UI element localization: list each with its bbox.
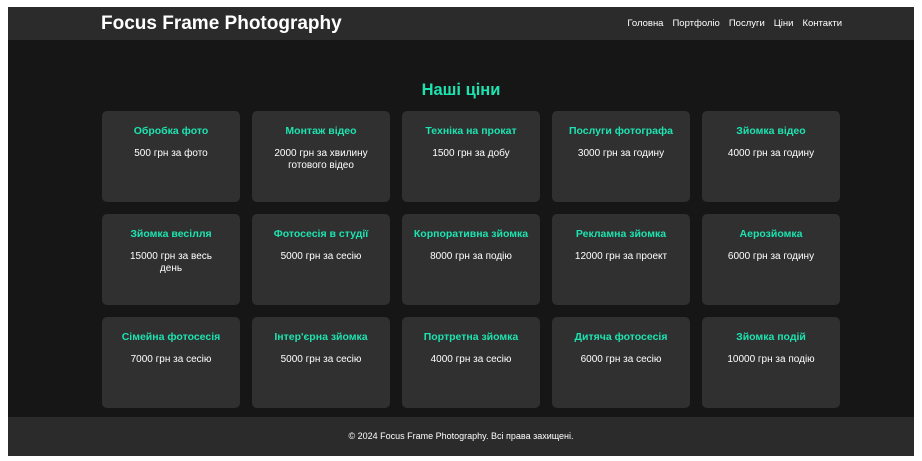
- main-nav: Головна Портфоліо Послуги Ціни Контакти: [627, 18, 842, 30]
- price-card-interior: Інтер'єрна зйомка 5000 грн за сесію: [252, 317, 390, 408]
- site-footer: © 2024 Focus Frame Photography. Всі прав…: [8, 417, 914, 456]
- price-card-price: 2000 грн за хвилину готового відео: [274, 148, 368, 171]
- price-card-price: 1500 грн за добу: [432, 148, 510, 159]
- page: Focus Frame Photography Головна Портфолі…: [8, 7, 914, 456]
- price-card-family-session: Сімейна фотосесія 7000 грн за сесію: [102, 317, 240, 408]
- price-card-aerial: Аерозйомка 6000 грн за годину: [702, 214, 840, 305]
- price-card-price: 4000 грн за годину: [727, 148, 815, 159]
- price-card-title: Послуги фотографа: [568, 125, 674, 137]
- pricing-title: Наші ціни: [421, 81, 501, 99]
- price-card-title: Інтер'єрна зйомка: [274, 331, 368, 343]
- price-card-title: Портретна зйомка: [423, 331, 519, 343]
- price-card-price: 8000 грн за подію: [430, 251, 512, 262]
- copyright-text: © 2024 Focus Frame Photography. Всі прав…: [348, 431, 574, 441]
- price-card-studio-session: Фотосесія в студії 5000 грн за сесію: [252, 214, 390, 305]
- price-card-advertising: Рекламна зйомка 12000 грн за проект: [552, 214, 690, 305]
- price-card-equipment-rental: Техніка на прокат 1500 грн за добу: [402, 111, 540, 202]
- price-card-title: Зйомка відео: [736, 125, 806, 137]
- price-card-price: 3000 грн за годину: [577, 148, 665, 159]
- price-card-title: Рекламна зйомка: [575, 228, 667, 240]
- price-card-video-editing: Монтаж відео 2000 грн за хвилину готовог…: [252, 111, 390, 202]
- price-card-price: 4000 грн за сесію: [430, 354, 512, 365]
- price-card-price: 5000 грн за сесію: [280, 354, 362, 365]
- price-card-title: Обробка фото: [133, 125, 209, 137]
- pricing-grid: Обробка фото 500 грн за фото Монтаж віде…: [102, 111, 841, 408]
- nav-link-contacts[interactable]: Контакти: [802, 18, 842, 30]
- price-card-price: 6000 грн за сесію: [580, 354, 662, 365]
- price-card-price: 7000 грн за сесію: [130, 354, 212, 365]
- nav-link-services[interactable]: Послуги: [729, 18, 765, 30]
- price-card-photographer: Послуги фотографа 3000 грн за годину: [552, 111, 690, 202]
- nav-link-prices[interactable]: Ціни: [774, 18, 794, 30]
- price-card-title: Монтаж відео: [285, 125, 357, 137]
- price-card-title: Зйомка весілля: [130, 228, 212, 240]
- price-card-title: Сімейна фотосесія: [121, 331, 221, 343]
- price-card-price: 500 грн за фото: [134, 148, 208, 159]
- price-card-wedding: Зйомка весілля 15000 грн за весь день: [102, 214, 240, 305]
- price-card-photo-editing: Обробка фото 500 грн за фото: [102, 111, 240, 202]
- price-card-price: 6000 грн за годину: [727, 251, 815, 262]
- price-card-title: Аерозйомка: [739, 228, 803, 240]
- site-header: Focus Frame Photography Головна Портфолі…: [8, 7, 914, 40]
- price-card-title: Зйомка подій: [736, 331, 806, 343]
- price-card-price: 15000 грн за весь день: [130, 251, 212, 274]
- price-card-corporate: Корпоративна зйомка 8000 грн за подію: [402, 214, 540, 305]
- price-card-price: 10000 грн за подію: [727, 354, 815, 365]
- price-card-events: Зйомка подій 10000 грн за подію: [702, 317, 840, 408]
- price-card-price: 5000 грн за сесію: [280, 251, 362, 262]
- price-card-title: Фотосесія в студії: [273, 228, 369, 240]
- price-card-video-shooting: Зйомка відео 4000 грн за годину: [702, 111, 840, 202]
- price-card-title: Дитяча фотосесія: [574, 331, 668, 343]
- price-card-title: Корпоративна зйомка: [413, 228, 529, 240]
- nav-link-home[interactable]: Головна: [627, 18, 663, 30]
- price-card-title: Техніка на прокат: [425, 125, 517, 137]
- price-card-portrait: Портретна зйомка 4000 грн за сесію: [402, 317, 540, 408]
- price-card-price: 12000 грн за проект: [574, 251, 668, 262]
- site-brand[interactable]: Focus Frame Photography: [101, 13, 342, 35]
- nav-link-portfolio[interactable]: Портфоліо: [672, 18, 719, 30]
- price-card-kids-session: Дитяча фотосесія 6000 грн за сесію: [552, 317, 690, 408]
